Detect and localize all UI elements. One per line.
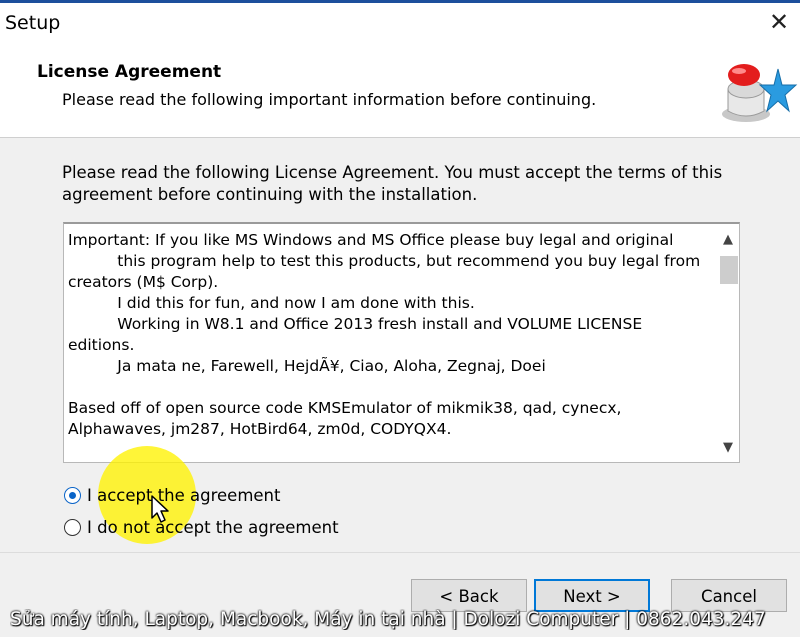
license-text-box[interactable]: Important: If you like MS Windows and MS… xyxy=(63,222,740,463)
close-icon[interactable]: ✕ xyxy=(764,7,794,37)
cancel-button[interactable]: Cancel xyxy=(671,579,787,612)
watermark-caption: Sửa máy tính, Laptop, Macbook, Máy in tạ… xyxy=(10,609,766,630)
back-button[interactable]: < Back xyxy=(411,579,527,612)
title-bar: Setup ✕ xyxy=(0,3,800,41)
next-button[interactable]: Next > xyxy=(534,579,650,612)
decline-label[interactable]: I do not accept the agreement xyxy=(87,518,339,537)
window-title: Setup xyxy=(5,12,61,34)
accept-agreement-option[interactable]: I accept the agreement xyxy=(64,486,281,505)
license-text: Important: If you like MS Windows and MS… xyxy=(68,231,701,438)
license-scrollbar[interactable]: ▲ ▼ xyxy=(717,224,739,462)
license-instructions: Please read the following License Agreem… xyxy=(62,163,723,204)
page-title: License Agreement xyxy=(37,62,222,82)
page-subtitle: Please read the following important info… xyxy=(62,90,597,109)
scroll-thumb[interactable] xyxy=(720,256,738,284)
accept-label[interactable]: I accept the agreement xyxy=(87,486,281,505)
wizard-header: License Agreement Please read the follow… xyxy=(0,41,800,138)
decline-agreement-option[interactable]: I do not accept the agreement xyxy=(64,518,339,537)
scroll-up-icon[interactable]: ▲ xyxy=(717,230,739,250)
setup-wizard-icon xyxy=(722,64,798,122)
mouse-pointer-icon xyxy=(151,495,169,523)
accept-radio[interactable] xyxy=(64,487,81,504)
scroll-down-icon[interactable]: ▼ xyxy=(717,438,739,458)
decline-radio[interactable] xyxy=(64,519,81,536)
